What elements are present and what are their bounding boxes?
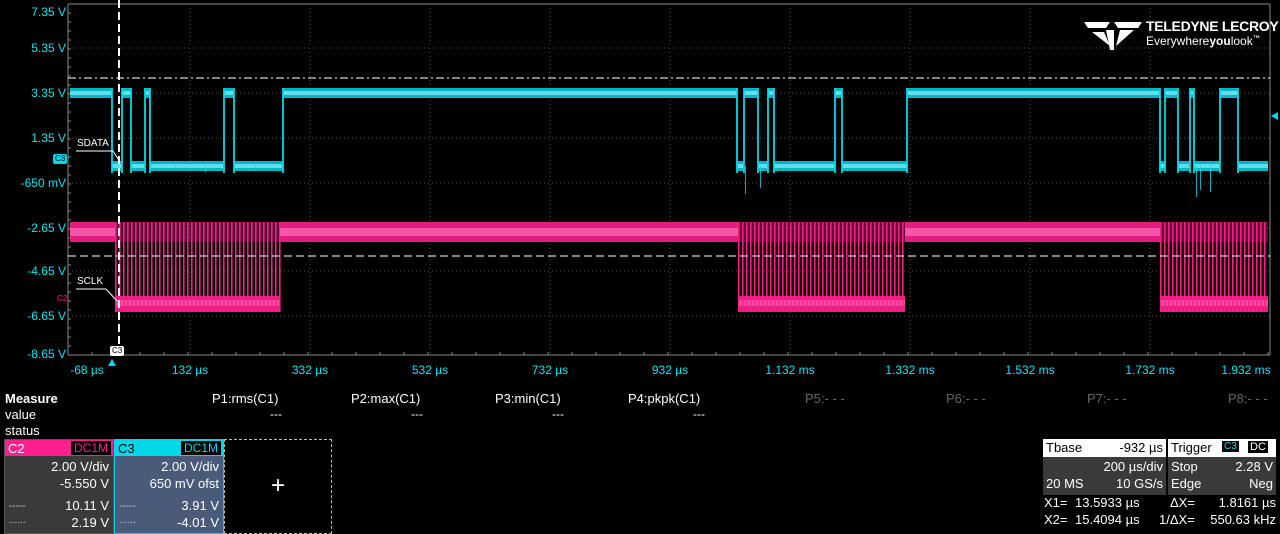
measure-param-p4[interactable]: P4:pkpk(C1) xyxy=(628,391,700,406)
channel-c3-header: C3 DC1M xyxy=(115,440,223,456)
measure-row-status: status xyxy=(5,423,40,438)
y-axis-tick-label: -4.65 V xyxy=(27,264,66,278)
channel-c3-cursor1-label: ----- xyxy=(119,501,136,512)
timebase-rate: 10 GS/s xyxy=(1116,476,1163,491)
brand-tagline: Everywhereyoulook™ xyxy=(1146,34,1260,48)
measure-param-p1[interactable]: P1:rms(C1) xyxy=(212,391,278,406)
x-axis-tick-label: 932 µs xyxy=(651,363,689,377)
measure-param-p5[interactable]: P5:- - - xyxy=(805,391,845,406)
tagline-look: look xyxy=(1230,34,1253,48)
cursor-invdx-label: 1/ΔX= xyxy=(1159,512,1195,527)
tagline-trademark: ™ xyxy=(1252,35,1260,42)
trigger-descriptor[interactable]: Trigger C3 DC Stop 2.28 V Edge Neg xyxy=(1168,439,1276,495)
x-axis-tick-label: 1.532 ms xyxy=(1005,363,1055,377)
channel-c2-cursor1-label: ----- xyxy=(9,501,26,512)
channel-c3-vdiv: 2.00 V/div xyxy=(161,459,219,474)
x-axis-tick-label: 1.332 ms xyxy=(885,363,935,377)
add-trace-button[interactable]: + xyxy=(224,439,332,534)
cursor-x1-label: X1= xyxy=(1044,495,1068,510)
x-axis-tick-label: 132 µs xyxy=(171,363,209,377)
measure-row-value: value xyxy=(5,407,37,422)
y-axis-tick-label: -6.65 V xyxy=(27,309,66,323)
waveform-display[interactable] xyxy=(0,0,1280,380)
teledyne-logo-icon xyxy=(1084,22,1142,50)
x-axis-tick-label: 732 µs xyxy=(531,363,569,377)
cursor-x1-value: 13.5933 µs xyxy=(1075,495,1140,510)
measure-value-p4: --- xyxy=(693,407,705,421)
tagline-everywhere: Everywhere xyxy=(1146,34,1210,48)
trigger-label: Trigger xyxy=(1171,440,1212,455)
cursor-marker-label[interactable]: C3 xyxy=(110,346,125,356)
channel-c2-coupling: DC1M xyxy=(70,441,111,455)
measure-param-p2[interactable]: P2:max(C1) xyxy=(351,391,420,406)
channel-c3-name: C3 xyxy=(118,441,135,456)
x-axis-tick-label: 1.132 ms xyxy=(765,363,815,377)
channel-c2-cursor2-label: ...... xyxy=(9,515,26,526)
measure-param-p3[interactable]: P3:min(C1) xyxy=(495,391,561,406)
timebase-descriptor[interactable]: Tbase -932 µs 200 µs/div 20 MS 10 GS/s xyxy=(1043,439,1166,495)
x-axis-tick-label: 532 µs xyxy=(411,363,449,377)
channel-c3-cursor1: 3.91 V xyxy=(181,498,219,513)
trigger-mode: Stop xyxy=(1171,459,1198,474)
channel-c2-offset: -5.550 V xyxy=(59,476,109,491)
measure-value-p1: --- xyxy=(270,407,282,421)
channel-c2-header: C2 DC1M xyxy=(5,440,113,456)
timebase-tdiv: 200 µs/div xyxy=(1103,459,1163,474)
channel-c2-cursor1: 10.11 V xyxy=(65,498,109,513)
timebase-samples: 20 MS xyxy=(1046,476,1084,491)
y-axis-tick-label: -650 mV xyxy=(20,176,66,190)
channel-c2-vdiv: 2.00 V/div xyxy=(51,459,109,474)
channel-c2-descriptor[interactable]: C2 DC1M 2.00 V/div -5.550 V ----- 10.11 … xyxy=(4,439,114,534)
c2-ground-marker[interactable]: C2 xyxy=(57,294,67,304)
plus-icon: + xyxy=(270,472,285,499)
channel-c3-descriptor[interactable]: C3 DC1M 2.00 V/div 650 mV ofst ----- 3.9… xyxy=(114,439,224,534)
y-axis-tick-label: -8.65 V xyxy=(27,347,66,361)
channel-c2-cursor2: 2.19 V xyxy=(71,515,109,530)
channel-c3-offset: 650 mV ofst xyxy=(149,476,219,491)
sclk-label: SCLK xyxy=(77,276,104,287)
channel-c3-cursor2-label: ...... xyxy=(119,515,136,526)
measure-value-p3: --- xyxy=(552,407,564,421)
trigger-position-marker xyxy=(108,359,116,366)
trigger-type: Edge xyxy=(1171,476,1202,491)
trigger-source: C3 xyxy=(1222,441,1239,452)
trigger-level: 2.28 V xyxy=(1235,459,1273,474)
trigger-coupling: DC xyxy=(1248,441,1268,453)
cursor-x2-value: 15.4094 µs xyxy=(1075,512,1140,527)
x-axis-tick-label: 1.732 ms xyxy=(1125,363,1175,377)
y-axis-tick-label: 1.35 V xyxy=(31,131,66,145)
trigger-slope: Neg xyxy=(1249,476,1273,491)
trigger-level-marker xyxy=(1271,112,1278,120)
cursor-invdx-value: 550.63 kHz xyxy=(1210,512,1276,527)
measure-title[interactable]: Measure xyxy=(5,391,58,406)
measure-param-p8[interactable]: P8:- - - xyxy=(1228,391,1268,406)
y-axis-tick-label: 5.35 V xyxy=(31,41,66,55)
cursor-x2-label: X2= xyxy=(1044,512,1068,527)
measure-value-p2: --- xyxy=(411,407,423,421)
x-axis-tick-label: 1.932 ms xyxy=(1221,363,1271,377)
sdata-label: SDATA xyxy=(77,138,109,149)
measure-param-p7[interactable]: P7:- - - xyxy=(1087,391,1127,406)
cursor-dx-label: ΔX= xyxy=(1170,495,1195,510)
x-axis-tick-label: 332 µs xyxy=(291,363,329,377)
measure-param-p6[interactable]: P6:- - - xyxy=(946,391,986,406)
y-axis-tick-label: 7.35 V xyxy=(31,5,66,19)
x-axis-tick-label: -68 µs xyxy=(70,363,104,377)
channel-c3-coupling: DC1M xyxy=(180,441,221,455)
y-axis-tick-label: 3.35 V xyxy=(31,86,66,100)
timebase-delay: -932 µs xyxy=(1119,440,1163,455)
c3-ground-marker[interactable]: C3 xyxy=(53,154,68,164)
channel-c3-cursor2: -4.01 V xyxy=(177,515,219,530)
cursor-dx-value: 1.8161 µs xyxy=(1218,495,1276,510)
measure-table: Measure P1:rms(C1) P2:max(C1) P3:min(C1)… xyxy=(0,390,1280,438)
brand-name: TELEDYNE LECROY xyxy=(1146,18,1279,34)
channel-c2-name: C2 xyxy=(8,441,25,456)
teledyne-lecroy-logo: TELEDYNE LECROY Everywhereyoulook™ xyxy=(1084,16,1279,50)
tagline-you: you xyxy=(1209,34,1231,48)
y-axis-tick-label: -2.65 V xyxy=(27,221,66,235)
timebase-label: Tbase xyxy=(1046,440,1083,455)
